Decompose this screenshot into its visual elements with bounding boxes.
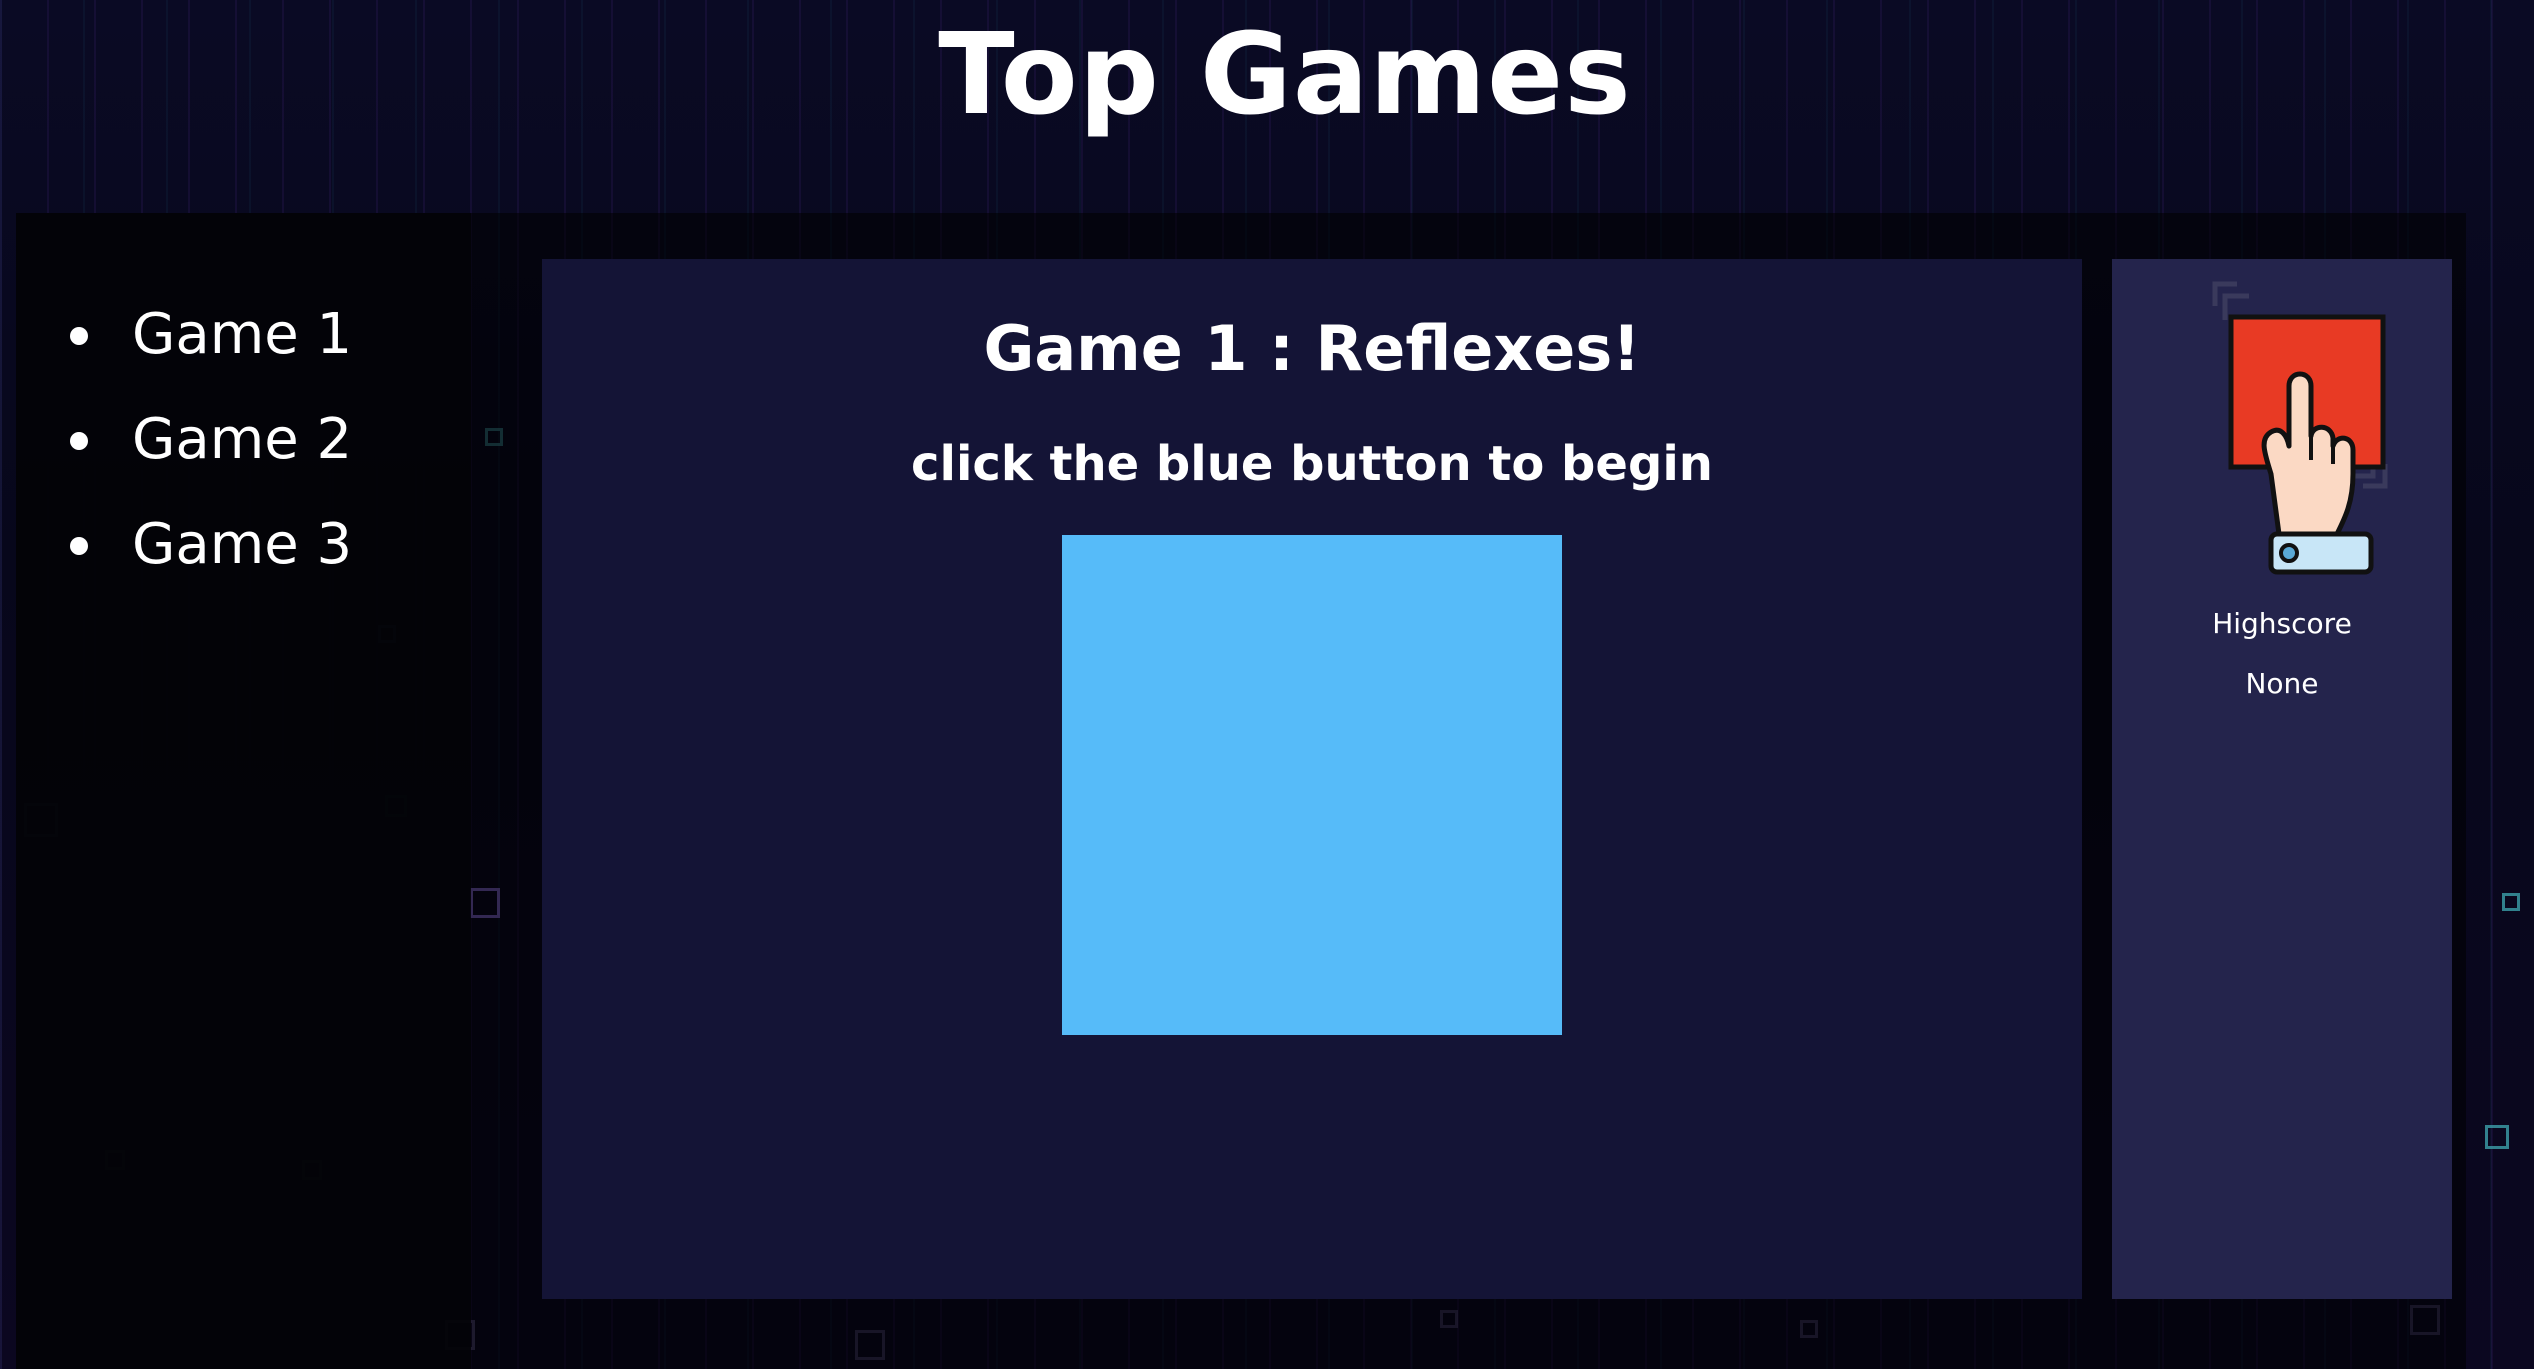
highscore-label: Highscore [2212, 607, 2352, 640]
nav-item-label: Game 3 [132, 512, 353, 577]
nav-item-game-2[interactable]: Game 2 [62, 390, 352, 495]
highscore-value: None [2245, 667, 2319, 700]
page: Top Games Game 1 Game 2 Game 3 Game 1 : … [0, 0, 2534, 1369]
game-title: Game 1 : Reflexes! [983, 312, 1641, 385]
nav-item-game-1[interactable]: Game 1 [62, 285, 352, 390]
nav-item-label: Game 2 [132, 407, 353, 472]
game-navigation: Game 1 Game 2 Game 3 [16, 213, 471, 1369]
bullet-icon [70, 327, 88, 345]
game-list: Game 1 Game 2 Game 3 [62, 285, 352, 600]
bullet-icon [70, 537, 88, 555]
hand-pressing-red-button-icon [2212, 281, 2388, 575]
background-decoration [2502, 893, 2520, 911]
page-title: Top Games [938, 10, 1632, 140]
bullet-icon [70, 432, 88, 450]
game-area: Game 1 : Reflexes! click the blue button… [542, 259, 2082, 1299]
game-instruction: click the blue button to begin [911, 436, 1713, 492]
background-decoration [2485, 1125, 2509, 1149]
nav-item-label: Game 1 [132, 302, 353, 367]
nav-item-game-3[interactable]: Game 3 [62, 495, 352, 600]
blue-start-button[interactable] [1062, 535, 1562, 1035]
scoreboard-panel: Highscore None [2112, 259, 2452, 1299]
